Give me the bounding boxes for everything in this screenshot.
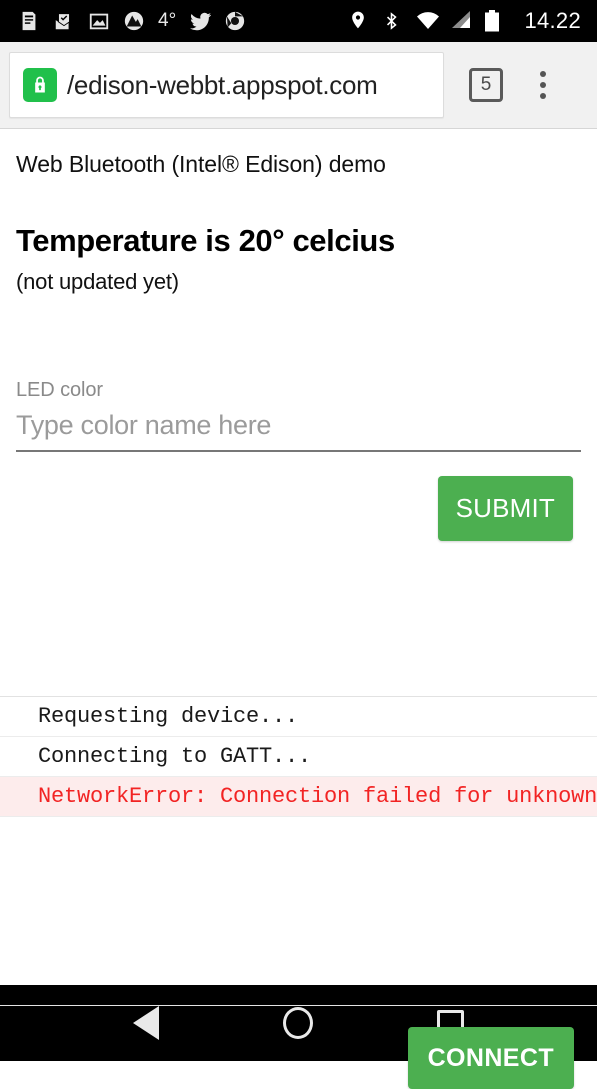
log-row: Connecting to GATT... bbox=[0, 737, 597, 777]
battery-icon bbox=[484, 10, 506, 32]
menu-dot bbox=[540, 93, 546, 99]
photo-icon bbox=[88, 10, 110, 32]
menu-dot bbox=[540, 82, 546, 88]
log-row-error: NetworkError: Connection failed for unkn… bbox=[0, 777, 597, 817]
temperature-heading: Temperature is 20° celcius bbox=[16, 223, 395, 258]
led-color-input[interactable] bbox=[16, 402, 581, 452]
submit-button[interactable]: SUBMIT bbox=[437, 476, 573, 541]
connect-button[interactable]: CONNECT bbox=[407, 1027, 574, 1089]
page-content: Web Bluetooth (Intel® Edison) demo Tempe… bbox=[0, 129, 597, 541]
browser-toolbar: /edison-webbt.appspot.com 5 bbox=[0, 42, 597, 129]
lock-icon[interactable] bbox=[23, 68, 57, 102]
wifi-icon bbox=[416, 10, 440, 32]
status-bar-temperature: 4° bbox=[158, 10, 177, 31]
url-text[interactable]: /edison-webbt.appspot.com bbox=[67, 70, 377, 101]
log-row: Requesting device... bbox=[0, 697, 597, 737]
led-color-field: LED color bbox=[16, 379, 581, 452]
connect-row: CONNECT bbox=[0, 1005, 597, 1089]
overflow-menu-icon[interactable] bbox=[525, 71, 561, 99]
weather-icon bbox=[123, 10, 145, 32]
led-color-label: LED color bbox=[16, 379, 103, 401]
address-bar[interactable]: /edison-webbt.appspot.com bbox=[9, 52, 444, 118]
status-bar-notifications: 4° bbox=[18, 10, 246, 32]
submit-row: SUBMIT bbox=[16, 476, 581, 541]
chrome-icon bbox=[224, 10, 246, 32]
status-bar-system-icons: 14.22 bbox=[348, 8, 581, 34]
cell-signal-icon bbox=[450, 10, 472, 32]
article-icon bbox=[18, 10, 40, 32]
log-panel: Requesting device... Connecting to GATT.… bbox=[0, 696, 597, 817]
location-icon bbox=[348, 10, 370, 32]
web-page: Web Bluetooth (Intel® Edison) demo Tempe… bbox=[0, 129, 597, 1089]
temperature-status: (not updated yet) bbox=[16, 269, 179, 294]
phone-screen: 4° 14.22 /edison-webbt.appspot.com 5 Web… bbox=[0, 0, 597, 1089]
menu-dot bbox=[540, 71, 546, 77]
twitter-icon bbox=[189, 10, 212, 32]
bluetooth-icon bbox=[382, 10, 404, 32]
page-title: Web Bluetooth (Intel® Edison) demo bbox=[16, 151, 386, 177]
tab-counter-button[interactable]: 5 bbox=[469, 68, 503, 102]
status-bar-clock: 14.22 bbox=[524, 8, 581, 33]
inbox-icon bbox=[53, 10, 75, 32]
status-bar: 4° 14.22 bbox=[0, 0, 597, 42]
